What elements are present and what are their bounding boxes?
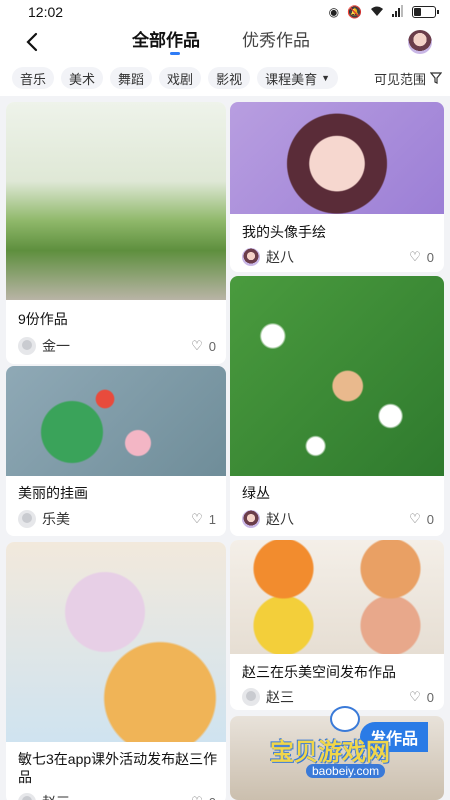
work-title: 绿丛	[242, 485, 270, 501]
like-button[interactable]: ♡ 0	[191, 338, 216, 354]
artwork-image	[6, 102, 226, 300]
mute-icon: 🔕	[347, 5, 362, 19]
tab-excellent-works[interactable]: 优秀作品	[242, 26, 310, 51]
battery-icon	[412, 6, 439, 18]
active-tab-indicator	[170, 52, 180, 55]
work-card[interactable]: 赵三在乐美空间发布作品 赵三 ♡ 0	[230, 540, 444, 710]
back-button[interactable]	[18, 28, 46, 56]
tab-all-works[interactable]: 全部作品	[132, 26, 200, 51]
author-avatar	[242, 510, 260, 528]
artwork-image	[6, 366, 226, 476]
battery-level	[414, 8, 421, 16]
author-name: 赵三	[42, 792, 70, 800]
visibility-filter[interactable]: 可见范围	[374, 69, 442, 88]
work-card[interactable]: 美丽的挂画 乐美 ♡ 1	[6, 366, 226, 536]
mascot-icon	[330, 706, 360, 732]
watermark-site-name: 宝贝游戏网	[270, 739, 390, 766]
work-title: 赵三在乐美空间发布作品	[242, 664, 396, 680]
signal-icon	[392, 4, 404, 20]
eye-icon: ◉	[328, 5, 340, 19]
filter-bar: 音乐 美术 舞蹈 戏剧 影视 课程美育 ▼ 可见范围	[0, 60, 450, 96]
watermark: 发作品 宝贝游戏网 baobeiy.com	[270, 706, 450, 786]
filter-chip-art[interactable]: 美术	[61, 67, 104, 89]
author-avatar	[18, 510, 36, 528]
artwork-image	[230, 276, 444, 476]
work-title: 9份作品	[18, 311, 68, 327]
heart-icon: ♡	[409, 511, 421, 526]
caret-down-icon: ▼	[321, 73, 331, 83]
avatar[interactable]	[408, 30, 432, 54]
status-icons: ◉ 🔕	[328, 4, 439, 20]
like-button[interactable]: ♡ 1	[191, 511, 216, 527]
like-count: 0	[426, 249, 434, 265]
artwork-image	[6, 542, 226, 742]
author-name: 金一	[42, 338, 70, 354]
filter-chip-film[interactable]: 影视	[208, 67, 251, 89]
work-title: 美丽的挂画	[18, 485, 88, 501]
visibility-label: 可见范围	[373, 71, 426, 87]
author-name: 赵八	[266, 511, 294, 527]
author: 赵三	[18, 792, 70, 800]
author-avatar	[18, 337, 36, 355]
author-avatar	[242, 688, 260, 706]
chevron-left-icon	[26, 32, 38, 52]
author: 乐美	[18, 509, 70, 529]
like-button[interactable]: ♡ 0	[409, 689, 434, 705]
filter-chip-music[interactable]: 音乐	[12, 67, 55, 89]
heart-icon: ♡	[409, 249, 421, 264]
author: 赵八	[242, 247, 294, 267]
author-name: 乐美	[42, 511, 70, 527]
header: 全部作品 优秀作品	[0, 24, 450, 60]
artwork-image	[230, 102, 444, 214]
author-avatar	[242, 248, 260, 266]
like-count: 0	[426, 689, 434, 705]
works-grid: 9份作品 金一 ♡ 0 美丽的挂画 乐美 ♡ 1 敏七3在app课外活动发布赵三…	[0, 96, 450, 800]
watermark-url: baobeiy.com	[306, 764, 386, 778]
heart-icon: ♡	[191, 794, 203, 800]
like-button[interactable]: ♡ 0	[409, 511, 434, 527]
status-bar: 12:02 ◉ 🔕	[0, 0, 450, 24]
work-card[interactable]: 9份作品 金一 ♡ 0	[6, 102, 226, 364]
author-name: 赵三	[266, 689, 294, 705]
filter-chip-course-aesthetics[interactable]: 课程美育 ▼	[257, 67, 339, 89]
like-count: 1	[208, 511, 216, 527]
work-card[interactable]: 我的头像手绘 赵八 ♡ 0	[230, 102, 444, 272]
work-card[interactable]: 绿丛 赵八 ♡ 0	[230, 276, 444, 536]
heart-icon: ♡	[191, 511, 203, 526]
author-avatar	[18, 793, 36, 800]
work-title: 敏七3在app课外活动发布赵三作品	[18, 751, 218, 785]
like-count: 0	[209, 795, 216, 800]
heart-icon: ♡	[191, 338, 203, 353]
filter-icon	[430, 72, 442, 84]
author: 赵三	[242, 687, 294, 707]
artwork-image	[230, 540, 444, 654]
heart-icon: ♡	[409, 689, 421, 704]
filter-chip-label: 课程美育	[265, 71, 318, 87]
like-button[interactable]: ♡ 0	[409, 249, 434, 265]
like-count: 0	[208, 338, 216, 354]
like-count: 0	[426, 511, 434, 527]
author: 金一	[18, 336, 70, 356]
filter-chip-drama[interactable]: 戏剧	[159, 67, 202, 89]
work-card[interactable]: 敏七3在app课外活动发布赵三作品 赵三 ♡ 0	[6, 542, 226, 800]
wifi-icon	[370, 5, 384, 20]
author: 赵八	[242, 509, 294, 529]
like-button[interactable]: ♡ 0	[191, 794, 216, 800]
author-name: 赵八	[266, 249, 294, 265]
filter-chip-dance[interactable]: 舞蹈	[110, 67, 153, 89]
status-time: 12:02	[28, 4, 64, 20]
work-title: 我的头像手绘	[242, 224, 326, 240]
